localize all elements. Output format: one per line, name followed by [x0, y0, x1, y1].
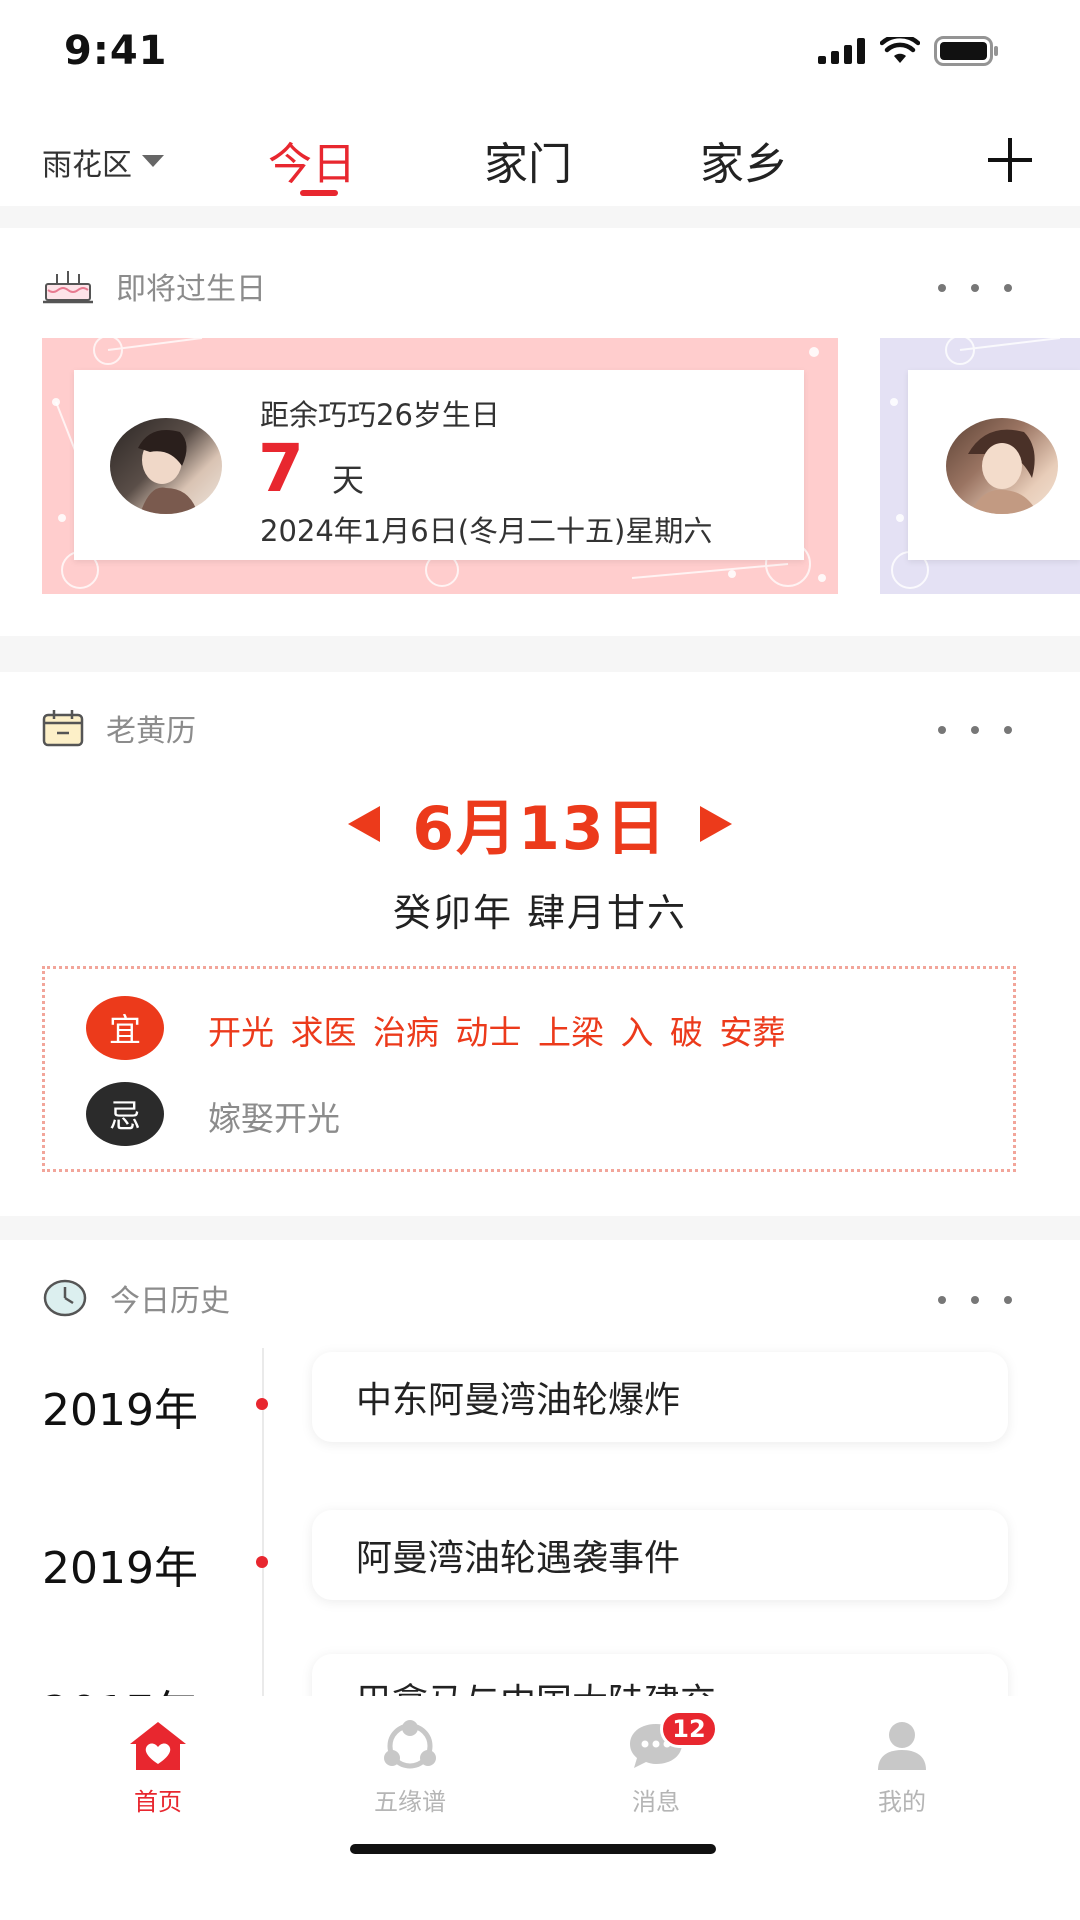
history-year: 2019年	[42, 1543, 198, 1594]
history-timeline: 2019年 中东阿曼湾油轮爆炸 2019年 阿曼湾油轮遇袭事件 2017年 巴拿…	[0, 1330, 1080, 1696]
birthday-title: 距余巧巧26岁生日	[260, 398, 500, 432]
avatar	[110, 418, 222, 514]
tab-active-indicator	[300, 190, 338, 196]
avatar-portrait	[138, 430, 198, 514]
avatar-portrait	[968, 429, 1038, 514]
home-heart-icon	[130, 1722, 186, 1770]
history-event-card[interactable]: 巴拿马与中国大陆建交	[312, 1654, 1008, 1696]
history-section-header: 今日历史	[42, 1276, 230, 1320]
nav-home[interactable]: 首页	[78, 1720, 238, 1817]
more-icon[interactable]	[930, 278, 1020, 298]
almanac-date-switcher: 6月13日	[0, 780, 1080, 867]
divider	[0, 206, 1080, 228]
countdown-unit: 天	[331, 461, 364, 499]
home-indicator	[350, 1844, 716, 1854]
family-tree-icon	[384, 1720, 436, 1769]
birthday-section-title: 即将过生日	[116, 272, 266, 307]
almanac-section-header: 老黄历	[42, 706, 196, 750]
top-nav: 雨花区 今日 家门 家乡	[0, 100, 1080, 210]
nav-profile[interactable]: 我的	[822, 1720, 982, 1817]
nav-home-label: 首页	[134, 1788, 182, 1816]
nav-profile-label: 我的	[878, 1788, 926, 1816]
status-time: 9:41	[64, 28, 168, 74]
history-year: 2017年	[42, 1676, 198, 1696]
timeline-dot	[256, 1398, 268, 1410]
history-event-card[interactable]: 中东阿曼湾油轮爆炸	[312, 1352, 1008, 1442]
ji-badge: 忌	[86, 1082, 164, 1146]
region-selector[interactable]: 雨花区	[42, 140, 164, 184]
status-bar: 9:41	[0, 0, 1080, 100]
message-count-badge: 12	[660, 1710, 718, 1748]
divider	[0, 1216, 1080, 1240]
birthday-section-header: 即将过生日	[42, 264, 266, 308]
yi-badge: 宜	[86, 996, 164, 1060]
avatar	[946, 418, 1058, 514]
birthday-cake-icon	[43, 271, 93, 304]
bottom-tab-bar: 首页 五缘谱 消息 12 我的	[0, 1696, 1080, 1920]
region-label: 雨花区	[42, 148, 132, 183]
yi-text: 开光 求医 治病 动士 上梁 入 破 安葬	[208, 1013, 786, 1052]
birthday-countdown: 7 天	[258, 430, 364, 507]
history-section-title: 今日历史	[110, 1284, 230, 1319]
history-event-card[interactable]: 阿曼湾油轮遇袭事件	[312, 1510, 1008, 1600]
almanac-yi-ji-box	[42, 966, 1016, 1172]
countdown-days: 7	[258, 430, 304, 507]
lunar-date: 癸卯年 肆月甘六	[392, 891, 688, 935]
add-icon[interactable]	[980, 130, 1040, 190]
wifi-icon	[880, 37, 920, 63]
calendar-icon	[42, 710, 84, 747]
tab-today[interactable]: 今日	[268, 128, 356, 192]
user-icon	[878, 1722, 926, 1770]
birthday-date: 2024年1月6日(冬月二十五)星期六	[260, 514, 713, 548]
clock-icon	[43, 1279, 87, 1317]
nav-messages-label: 消息	[632, 1788, 680, 1816]
caret-down-icon	[142, 155, 164, 167]
status-icons	[818, 36, 1000, 66]
next-day-icon[interactable]	[698, 804, 734, 844]
more-icon[interactable]	[930, 1290, 1020, 1310]
ji-text: 嫁娶开光	[208, 1099, 340, 1138]
almanac-date: 6月13日	[412, 794, 668, 864]
home-screen: 9:41 雨花区 今日 家门 家乡 即将过生日 距余巧巧26岁生日 7 天 20…	[0, 0, 1080, 1920]
nav-family-tree[interactable]: 五缘谱	[330, 1720, 490, 1817]
divider	[0, 636, 1080, 672]
nav-messages[interactable]: 消息 12	[576, 1710, 736, 1817]
battery-icon	[934, 36, 998, 66]
signal-icon	[818, 38, 865, 64]
tab-hometown[interactable]: 家乡	[700, 128, 788, 192]
timeline-dot	[256, 1556, 268, 1568]
tab-family-clan[interactable]: 家门	[484, 128, 572, 192]
nav-family-tree-label: 五缘谱	[374, 1788, 446, 1816]
more-icon[interactable]	[930, 720, 1020, 740]
prev-day-icon[interactable]	[346, 804, 382, 844]
history-year: 2019年	[42, 1385, 198, 1436]
almanac-section-title: 老黄历	[106, 714, 196, 749]
